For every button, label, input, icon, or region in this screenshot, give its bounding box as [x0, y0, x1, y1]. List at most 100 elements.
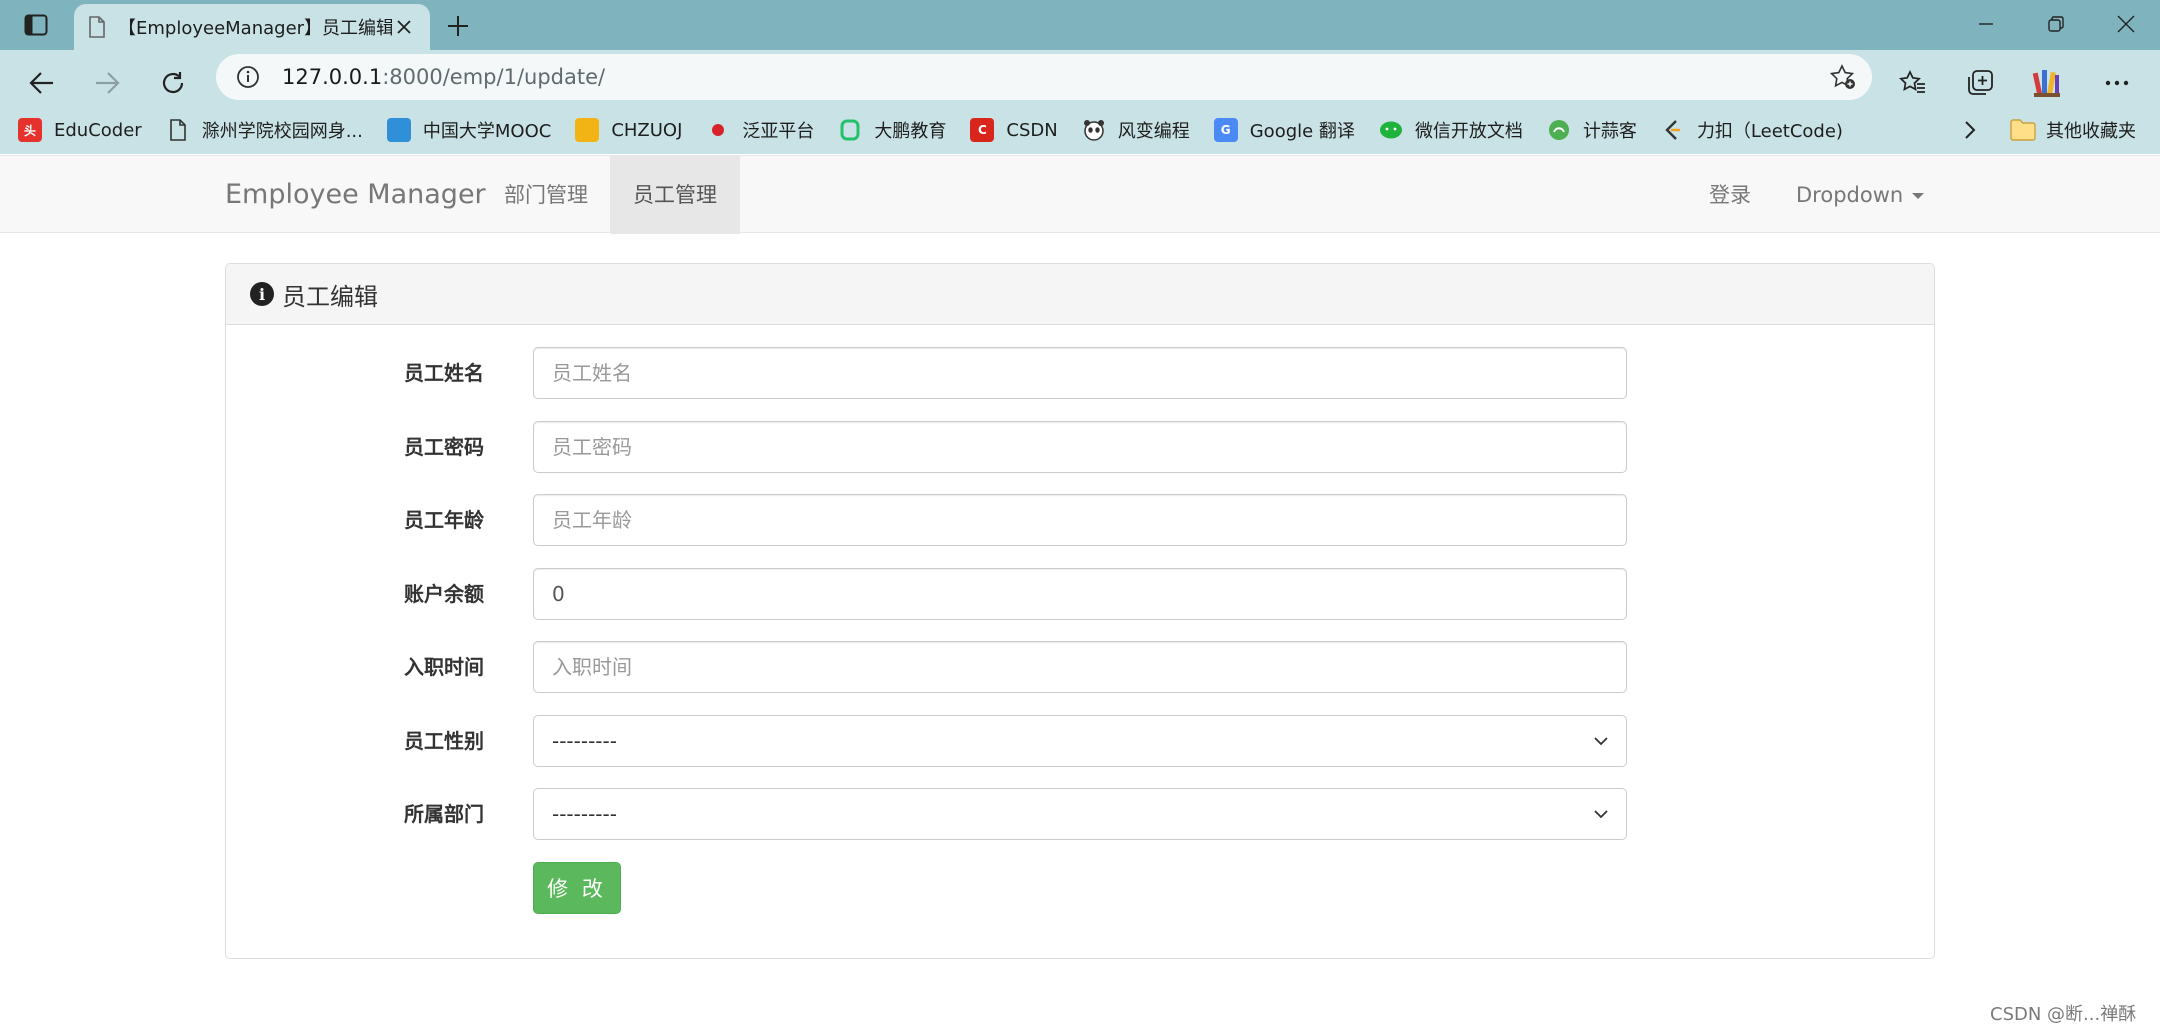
top-navbar: Employee Manager 部门管理 员工管理 登录 Dropdown — [0, 155, 2160, 234]
plus-icon — [448, 16, 468, 36]
panel-title: 员工编辑 — [282, 282, 378, 311]
refresh-icon — [162, 72, 184, 94]
more-menu-button[interactable] — [2092, 58, 2142, 108]
caret-down-icon — [1912, 193, 1925, 199]
tab-actions-button[interactable] — [18, 9, 54, 41]
edit-panel: i 员工编辑 员工姓名 员工密码 员工年龄 账户余额 入职时间 员工性别 ---… — [225, 263, 1935, 959]
gender-label: 员工性别 — [404, 729, 484, 753]
bookmark-csdn[interactable]: C CSDN — [970, 106, 1058, 154]
web-page: Employee Manager 部门管理 员工管理 登录 Dropdown i… — [0, 154, 2160, 1031]
bookmark-leetcode[interactable]: 力扣（LeetCode) — [1661, 106, 1843, 154]
other-bookmarks-folder[interactable]: 其他收藏夹 — [2010, 106, 2136, 154]
browser-toolbar: 127.0.0.1:8000/emp/1/update/ 头 EduCoder … — [0, 50, 2160, 154]
chzuoj-icon — [575, 118, 600, 142]
nav-dropdown[interactable]: Dropdown — [1796, 156, 1925, 234]
bookmark-google-translate[interactable]: G Google 翻译 — [1213, 106, 1355, 154]
folder-icon — [2010, 119, 2036, 141]
extension-icon — [2032, 70, 2060, 97]
minimize-icon — [1979, 23, 1993, 25]
dapeng-icon — [838, 118, 862, 142]
age-label: 员工年龄 — [404, 508, 484, 532]
csdn-watermark: CSDN @断...禅酥 — [1990, 1004, 2137, 1025]
nav-link-departments[interactable]: 部门管理 — [481, 156, 611, 234]
csdn-icon: C — [970, 118, 995, 142]
chevron-down-icon — [1594, 736, 1608, 745]
more-icon — [2105, 80, 2129, 86]
close-tab-button[interactable] — [392, 15, 416, 39]
info-icon: i — [250, 282, 274, 306]
navbar-brand[interactable]: Employee Manager — [225, 156, 486, 234]
gender-select[interactable]: --------- — [533, 715, 1627, 767]
nav-link-employees[interactable]: 员工管理 — [610, 156, 740, 234]
close-window-button[interactable] — [2104, 8, 2148, 40]
minimize-button[interactable] — [1964, 8, 2008, 40]
jisuanke-icon — [1547, 118, 1571, 142]
favorites-button[interactable] — [1888, 58, 1938, 108]
bookmark-jisuanke[interactable]: 计蒜客 — [1547, 106, 1637, 154]
hire-date-label: 入职时间 — [404, 655, 484, 679]
arrow-left-icon — [29, 72, 53, 94]
site-info-icon[interactable] — [234, 63, 262, 91]
hire-date-input[interactable] — [533, 641, 1627, 693]
page-icon — [89, 16, 105, 38]
name-input[interactable] — [533, 347, 1627, 399]
chevron-right-icon — [1965, 121, 1976, 139]
bookmark-chzuoj[interactable]: CHZUOJ — [575, 106, 682, 154]
restore-icon — [2048, 16, 2064, 32]
collections-button[interactable] — [1955, 58, 2005, 108]
url-text[interactable]: 127.0.0.1:8000/emp/1/update/ — [282, 65, 605, 89]
bookmark-wechat-docs[interactable]: 微信开放文档 — [1379, 106, 1523, 154]
panel-heading: i 员工编辑 — [226, 264, 1934, 325]
submit-update-button[interactable]: 修 改 — [533, 862, 621, 914]
new-tab-button[interactable] — [442, 10, 474, 42]
active-tab[interactable]: 【EmployeeManager】员工编辑 — [74, 4, 430, 50]
mooc-icon — [386, 118, 411, 142]
restore-button[interactable] — [2034, 8, 2078, 40]
close-icon — [2117, 15, 2135, 33]
page-icon — [166, 118, 190, 142]
forward-button[interactable] — [82, 58, 132, 108]
password-label: 员工密码 — [404, 435, 484, 459]
age-input[interactable] — [533, 494, 1627, 546]
chevron-down-icon — [1594, 809, 1608, 818]
password-input[interactable] — [533, 421, 1627, 473]
form-row-department: 所属部门 --------- — [226, 788, 1936, 840]
back-button[interactable] — [17, 58, 67, 108]
department-label: 所属部门 — [404, 802, 484, 826]
bookmarks-bar: 头 EduCoder 滁州学院校园网身... 中国大学MOOC CHZUOJ 泛… — [0, 106, 2160, 154]
balance-input[interactable] — [533, 568, 1627, 620]
form-row-hire-date: 入职时间 — [226, 641, 1936, 693]
google-translate-icon: G — [1213, 118, 1238, 142]
form-row-name: 员工姓名 — [226, 347, 1936, 399]
arrow-right-icon — [96, 72, 120, 94]
bookmark-campus-network[interactable]: 滁州学院校园网身... — [166, 106, 363, 154]
name-label: 员工姓名 — [404, 361, 484, 385]
address-bar[interactable]: 127.0.0.1:8000/emp/1/update/ — [216, 54, 1872, 100]
bookmark-fengbian[interactable]: 风变编程 — [1082, 106, 1190, 154]
form-row-age: 员工年龄 — [226, 494, 1936, 546]
extension-button[interactable] — [2022, 58, 2072, 108]
form-row-gender: 员工性别 --------- — [226, 715, 1936, 767]
bookmark-mooc[interactable]: 中国大学MOOC — [386, 106, 551, 154]
tab-title: 【EmployeeManager】员工编辑 — [118, 18, 392, 39]
add-favorite-button[interactable] — [1828, 63, 1858, 91]
department-select-value: --------- — [552, 802, 617, 826]
gender-select-value: --------- — [552, 729, 617, 753]
panda-icon — [1082, 118, 1106, 142]
fanya-icon — [706, 118, 730, 142]
refresh-button[interactable] — [148, 58, 198, 108]
bookmark-educoder[interactable]: 头 EduCoder — [18, 106, 142, 154]
form-row-password: 员工密码 — [226, 421, 1936, 473]
nav-link-login[interactable]: 登录 — [1709, 156, 1751, 234]
star-plus-icon — [1829, 64, 1855, 89]
bookmark-dapeng[interactable]: 大鹏教育 — [838, 106, 946, 154]
sidebar-icon — [24, 14, 48, 36]
dropdown-label: Dropdown — [1796, 183, 1904, 207]
bookmarks-overflow-button[interactable] — [1956, 118, 1984, 142]
close-icon — [397, 20, 411, 34]
form-row-balance: 账户余额 — [226, 568, 1936, 620]
bookmark-fanya[interactable]: 泛亚平台 — [706, 106, 814, 154]
favorites-icon — [1899, 70, 1925, 93]
collections-icon — [1968, 70, 1993, 95]
department-select[interactable]: --------- — [533, 788, 1627, 840]
